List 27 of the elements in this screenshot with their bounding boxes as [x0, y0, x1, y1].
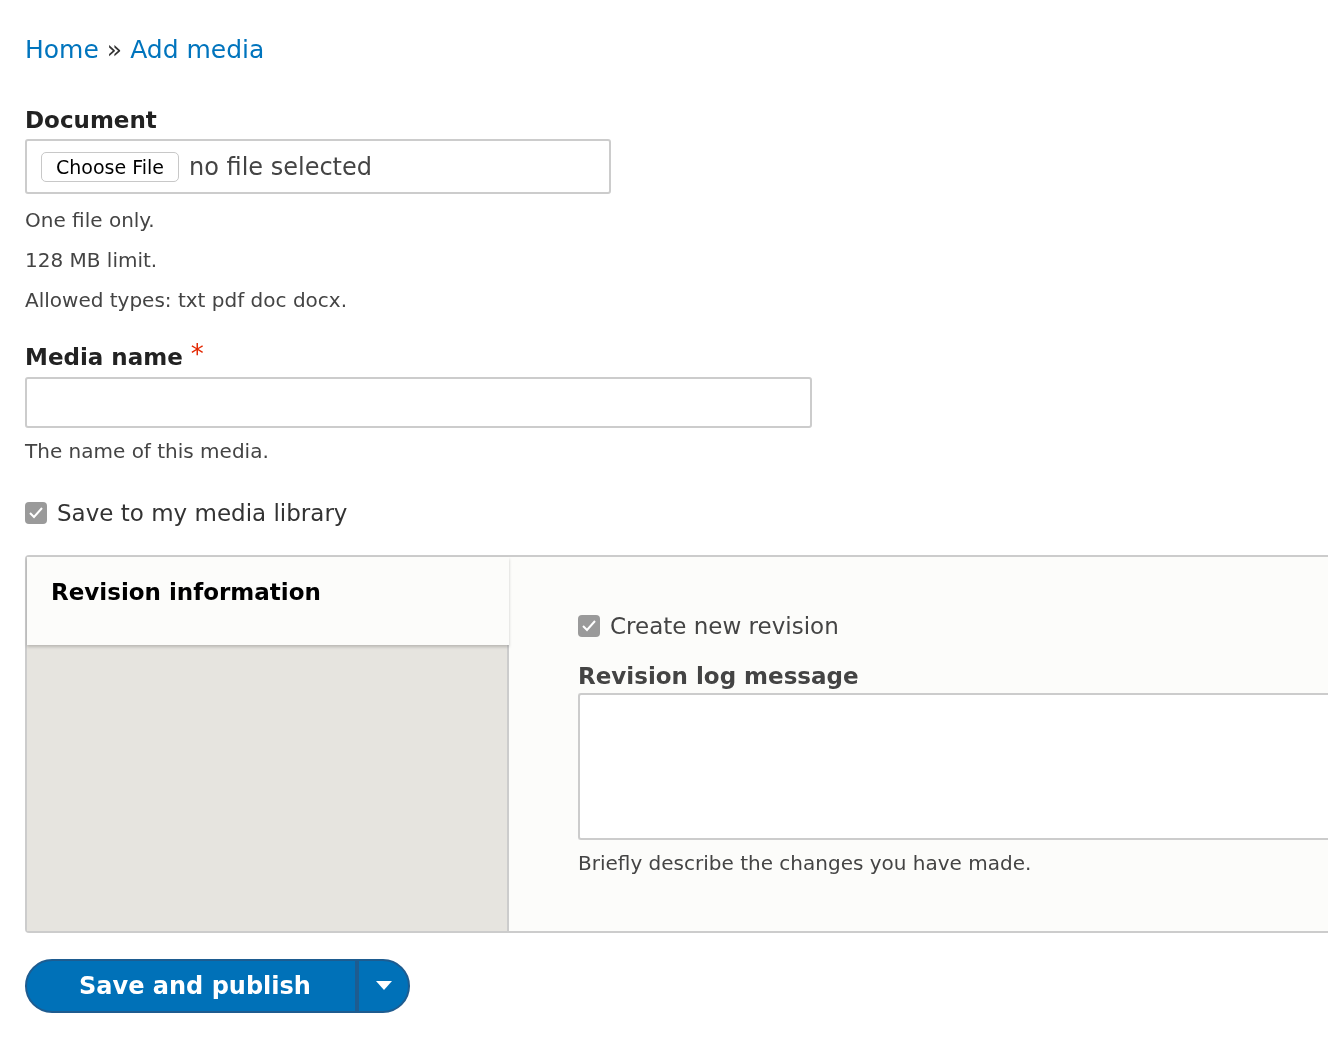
field-description: One file only.	[25, 207, 156, 234]
checkbox-label: Save to my media library	[57, 499, 348, 528]
checkbox[interactable]	[25, 502, 47, 525]
dropdown-toggle-button[interactable]	[357, 958, 410, 1013]
field-description: 128 MB limit.	[25, 247, 159, 274]
checkbox[interactable]	[578, 614, 600, 637]
checkmark-icon	[582, 619, 596, 632]
breadcrumb-separator: »	[106, 34, 123, 66]
required-marker: *	[190, 342, 204, 366]
field-label: Media name	[25, 343, 183, 372]
caret-icon	[375, 981, 392, 990]
choose-file-button[interactable]: Choose File	[41, 151, 179, 182]
field-description: Briefly describe the changes you have made.	[578, 850, 1033, 877]
vertical-tab[interactable]: Revision information	[27, 556, 509, 645]
field-description: The name of this media.	[25, 438, 270, 465]
field-label: Document	[25, 106, 158, 135]
file-field[interactable]: Choose File no file selected	[25, 139, 611, 194]
breadcrumb-link[interactable]: Home	[25, 33, 99, 67]
media-name-input[interactable]	[25, 377, 812, 428]
revision-log-textarea[interactable]	[578, 693, 1328, 840]
field-description: Allowed types: txt pdf doc docx.	[25, 287, 348, 314]
breadcrumb-link[interactable]: Add media	[130, 33, 265, 67]
file-status: no file selected	[189, 151, 372, 183]
checkbox-label: Create new revision	[610, 611, 839, 641]
checkmark-icon	[29, 507, 43, 520]
save-and-publish-button[interactable]: Save and publish	[25, 958, 357, 1013]
field-label: Revision log message	[578, 662, 860, 691]
